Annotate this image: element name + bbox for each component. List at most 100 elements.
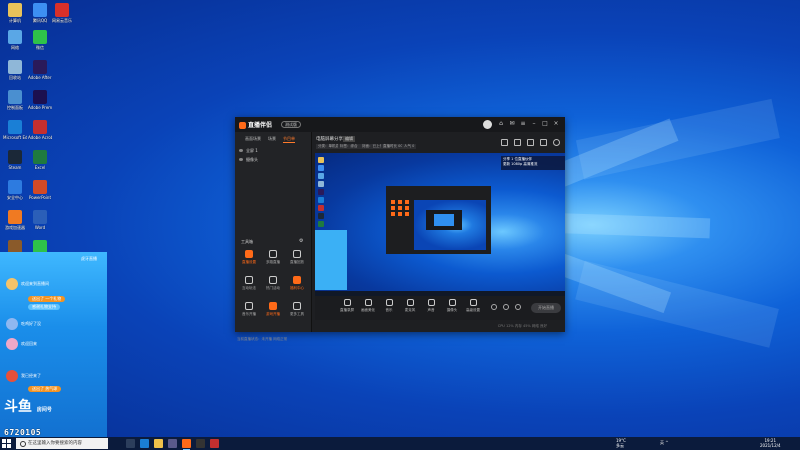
tool-item[interactable]: 福利中心 [287, 276, 307, 291]
bottom-tool-button[interactable]: 直播录屏 [337, 299, 357, 313]
desktop-icon[interactable]: 回收站 [3, 60, 27, 80]
app-icon [33, 210, 47, 224]
desktop-icon[interactable]: 网络 [3, 30, 27, 50]
start-button[interactable] [2, 439, 11, 448]
taskbar-search-input[interactable]: 在这里输入你要搜索的内容 [16, 438, 108, 449]
desktop-icon[interactable]: 控制面板 [3, 90, 27, 110]
eye-icon[interactable] [239, 149, 243, 152]
toolbox-edit-icon[interactable]: ⚙ [299, 238, 303, 244]
taskbar-app-store[interactable] [168, 439, 177, 448]
tool-item[interactable]: 热门活动 [263, 276, 283, 291]
chat-message: 吃鸡好了没 [6, 318, 41, 330]
bottom-tool-label: 音乐 [385, 308, 393, 312]
weather-widget[interactable]: 19°C 多云 [616, 438, 626, 448]
settings-icon[interactable]: ≡ [519, 120, 527, 128]
source-item[interactable]: 摄像头 [239, 157, 258, 163]
desktop-icon[interactable]: Excel [28, 150, 52, 170]
mic-level-icon[interactable] [491, 304, 497, 310]
lock-icon[interactable] [514, 139, 521, 146]
taskbar-app-edge[interactable] [140, 439, 149, 448]
taskbar-app-explorer[interactable] [154, 439, 163, 448]
tool-item[interactable]: 直播设置 [239, 250, 259, 265]
system-tray[interactable]: 英 ^ [660, 440, 669, 446]
bottom-tool-button[interactable]: 高级设置 [463, 299, 483, 313]
app-logo: 直播伴侣 [239, 120, 279, 129]
status-line: 当前直播状态：未开播 网络正常 [237, 337, 288, 341]
gear-icon[interactable] [515, 304, 521, 310]
desktop-icon[interactable]: Steam [3, 150, 27, 170]
app-icon [33, 60, 47, 74]
minimize-icon[interactable]: – [530, 120, 538, 128]
desktop-icon[interactable]: Adobe After Effects [28, 60, 52, 80]
bottom-tool-button[interactable]: 麦克风 [400, 299, 420, 313]
desktop-icon[interactable]: 安全中心 [3, 180, 27, 200]
desktop-icon[interactable]: 微信 [28, 30, 52, 50]
bottom-tool-button[interactable]: 画面美化 [358, 299, 378, 313]
tab-program[interactable]: 节目单 [283, 136, 295, 143]
preview-desktop-icons [316, 155, 326, 229]
eye-icon[interactable] [239, 158, 243, 161]
tool-icon [245, 302, 253, 310]
tool-label: 更多工具 [290, 312, 304, 316]
live-companion-window: 直播伴侣 测试版 ⌂ ✉ ≡ – □ × 画面场景 场景 节目单 全屏 1 摄像… [235, 117, 565, 341]
tab-scene[interactable]: 场景 [268, 136, 276, 142]
room-info-chip[interactable]: 人气 0 [402, 144, 417, 149]
desktop-icon[interactable]: PowerPoint [28, 180, 52, 200]
volume-level-icon[interactable] [503, 304, 509, 310]
close-icon[interactable]: × [552, 120, 560, 128]
taskbar-app-obs[interactable] [196, 439, 205, 448]
desktop-icon-label: 游戏加速器 [5, 225, 25, 230]
bottom-tool-button[interactable]: 摄像头 [442, 299, 462, 313]
bottom-tool-label: 声音 [427, 308, 435, 312]
desktop-icon-label: Adobe Acrobat [28, 135, 52, 140]
maximize-icon[interactable]: □ [541, 120, 549, 128]
camera-icon[interactable] [527, 139, 534, 146]
desktop-icon[interactable]: Adobe Acrobat [28, 120, 52, 140]
desktop-icon[interactable]: Word [28, 210, 52, 230]
preview-recursive-window [386, 186, 491, 254]
bottom-tool-label: 直播录屏 [340, 308, 354, 312]
desktop-icon[interactable]: 网易云音乐 [50, 3, 74, 23]
bottom-tool-button[interactable]: 声音 [421, 299, 441, 313]
more-icon[interactable] [553, 139, 560, 146]
desktop-icon[interactable]: Microsoft Edge [3, 120, 27, 140]
version-badge[interactable]: 测试版 [281, 121, 301, 128]
room-info-chip[interactable]: 标签：综合 [338, 144, 360, 149]
tool-item[interactable]: 互动玩法 [239, 276, 259, 291]
tool-item[interactable]: 更多工具 [287, 302, 307, 317]
taskbar-app-acrobat[interactable] [210, 439, 219, 448]
avatar [6, 338, 18, 350]
room-number: 6720105 [4, 428, 42, 437]
chat-message: 欢迎来到直播间 [6, 278, 49, 290]
clock[interactable]: 19:21 2021/12/4 [760, 438, 781, 448]
desktop-icon[interactable]: Adobe Premiere [28, 90, 52, 110]
desktop-icon-label: 网易云音乐 [52, 18, 72, 23]
tool-item[interactable]: 游戏开播 [263, 302, 283, 317]
app-icon [33, 30, 47, 44]
tool-icon [293, 250, 301, 258]
app-icon [33, 90, 47, 104]
bottom-tool-button[interactable]: 音乐 [379, 299, 399, 313]
home-icon[interactable]: ⌂ [497, 120, 505, 128]
desktop-icon[interactable]: 计算机 [3, 3, 27, 23]
mail-icon[interactable]: ✉ [508, 120, 516, 128]
taskbar-app-task-view[interactable] [126, 439, 135, 448]
avatar[interactable] [483, 120, 492, 129]
bottom-tool-label: 高级设置 [466, 308, 480, 312]
desktop-icon[interactable]: 腾讯QQ [28, 3, 52, 23]
bell-icon[interactable] [540, 139, 547, 146]
desktop-icon[interactable]: 游戏加速器 [3, 210, 27, 230]
tool-label: 互动玩法 [242, 286, 256, 290]
room-title-edit-button[interactable]: 编辑 [343, 136, 355, 142]
tool-icon [245, 276, 253, 284]
taskbar-app-live-companion[interactable] [182, 439, 191, 450]
tool-item[interactable]: 直播回放 [287, 250, 307, 265]
stream-preview[interactable]: 分享 1 位直播伙伴 更新 1080p 高清推流 [315, 153, 565, 296]
start-live-button[interactable]: 开始直播 [531, 303, 561, 313]
tool-item[interactable]: 音乐开播 [239, 302, 259, 317]
wallpaper-beam [575, 260, 779, 348]
tool-item[interactable]: 多路直播 [263, 250, 283, 265]
source-item[interactable]: 全屏 1 [239, 148, 258, 154]
share-icon[interactable] [501, 139, 508, 146]
tab-scenes[interactable]: 画面场景 [245, 136, 261, 142]
